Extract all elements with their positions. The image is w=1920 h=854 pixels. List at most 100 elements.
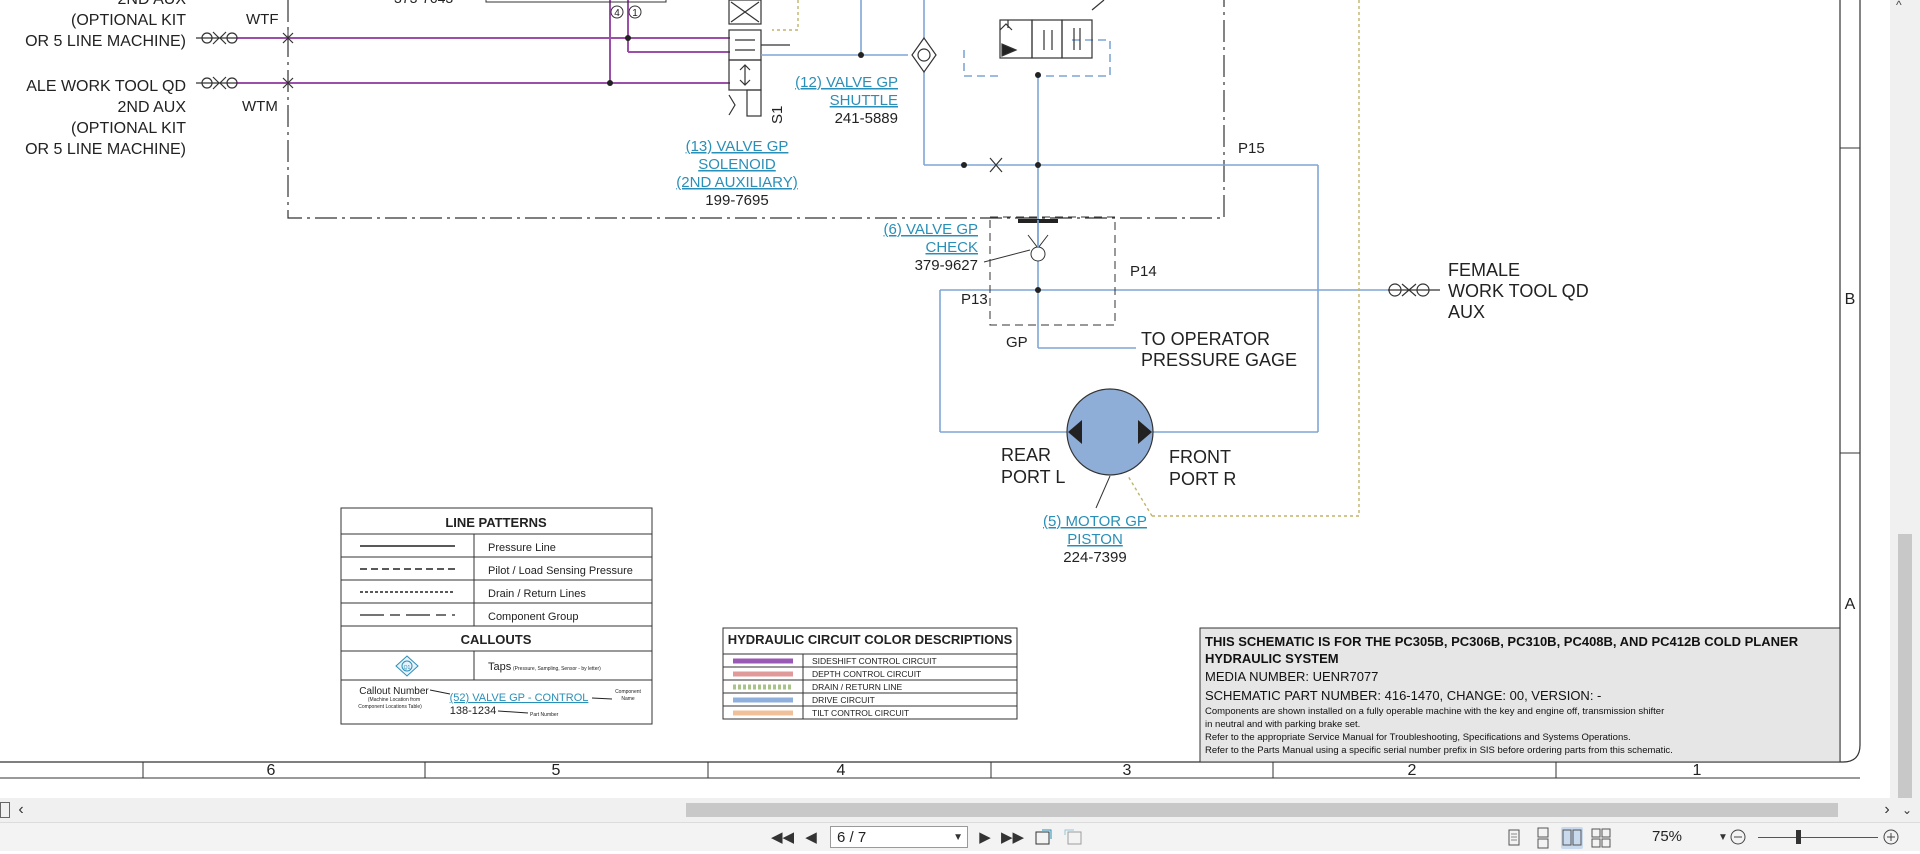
callout-motor-5[interactable]: (5) MOTOR GP PISTON 224-7399 [1043, 513, 1147, 566]
color-row-sideshift: SIDESHIFT CONTROL CIRCUIT [812, 656, 937, 666]
example-machine-location: (Machine Location from [368, 697, 420, 703]
svg-text:PORT L: PORT L [1001, 467, 1065, 487]
svg-text:SOLENOID[interactable]: SOLENOID [698, 156, 776, 173]
svg-text:PORT R: PORT R [1169, 469, 1236, 489]
schematic-sheet: B A 6 5 4 3 2 1 2ND AUX (OPTIONAL KIT OR… [0, 0, 1920, 798]
two-page-icon[interactable] [1561, 827, 1583, 849]
zoom-out-icon[interactable] [1727, 827, 1749, 849]
tag-p14: P14 [1130, 263, 1157, 280]
svg-text:1: 1 [632, 8, 638, 19]
svg-text:PISTON[interactable]: PISTON [1067, 531, 1123, 548]
scroll-down-icon[interactable]: ⌄ [1900, 798, 1914, 822]
svg-text:TO OPERATOR: TO OPERATOR [1141, 329, 1270, 349]
label-optional-kit-bottom: (OPTIONAL KIT [71, 120, 186, 137]
sideshift-circuit-lines [236, 0, 730, 84]
zoom-level[interactable]: 75% [1652, 826, 1682, 848]
zoom-in-icon[interactable] [1880, 827, 1902, 849]
page-dropdown-icon[interactable]: ▼ [953, 827, 963, 849]
horizontal-scroll-thumb[interactable] [686, 803, 1838, 817]
label-5-line-bottom: OR 5 LINE MACHINE) [25, 141, 186, 158]
scroll-right-icon[interactable]: › [1880, 798, 1894, 822]
pattern-component-group: Component Group [488, 611, 579, 623]
svg-text:AUX: AUX [1448, 302, 1485, 322]
page-thumb-marker [0, 802, 10, 818]
go-back-icon[interactable] [1033, 827, 1055, 849]
info-note-4: Refer to the Parts Manual using a specif… [1205, 745, 1673, 756]
next-page-icon[interactable]: ▶ [974, 827, 996, 849]
continuous-icon[interactable] [1532, 827, 1554, 849]
vertical-scrollbar[interactable]: ^ [1890, 0, 1920, 798]
color-row-tilt: TILT CONTROL CIRCUIT [812, 708, 909, 718]
svg-text:WORK TOOL QD: WORK TOOL QD [1448, 281, 1589, 301]
prev-page-icon[interactable]: ◀ [800, 827, 822, 849]
go-forward-icon[interactable] [1062, 827, 1084, 849]
quick-disconnect-wtf [196, 31, 238, 45]
callout-valve-6[interactable]: (6) VALVE GP CHECK 379-9627 [884, 221, 978, 274]
zone-number-1: 1 [1693, 762, 1702, 779]
zoom-slider[interactable] [1758, 830, 1878, 844]
scroll-left-icon[interactable]: ‹ [14, 798, 28, 822]
example-part-label: Part Number [530, 712, 559, 718]
tag-p13: P13 [961, 291, 988, 308]
zone-number-2: 2 [1408, 762, 1417, 779]
quick-disconnect-wtm [196, 76, 238, 90]
zone-number-5: 5 [552, 762, 561, 779]
zone-number-4: 4 [837, 762, 846, 779]
svg-text:(2ND AUXILIARY)[interactable]: (2ND AUXILIARY) [676, 174, 797, 191]
first-page-icon[interactable]: ◀◀ [771, 827, 794, 849]
info-title-1: THIS SCHEMATIC IS FOR THE PC305B, PC306B… [1205, 634, 1799, 649]
callout-valve-12[interactable]: (12) VALVE GP SHUTTLE 241-5889 [795, 74, 898, 127]
line-patterns-title: LINE PATTERNS [445, 515, 547, 530]
info-note-2: in neutral and with parking brake set. [1205, 719, 1360, 730]
page-number-input[interactable]: 6 / 7 ▼ [830, 826, 968, 848]
page-number-value: 6 / 7 [837, 829, 867, 846]
svg-text:CHECK[interactable]: CHECK [925, 239, 978, 256]
valve-upper-symbol [999, 0, 1105, 59]
pattern-drain: Drain / Return Lines [488, 588, 586, 600]
horizontal-scrollbar[interactable]: ‹ › ⌄ [0, 798, 1920, 822]
taps-label: Taps [488, 661, 512, 673]
svg-text:379-9627: 379-9627 [915, 257, 978, 274]
svg-text:(13) VALVE GP[interactable]: (13) VALVE GP [686, 138, 789, 155]
example-name: Name [621, 696, 635, 702]
zone-letter-b: B [1845, 291, 1856, 308]
drain-line [1127, 0, 1360, 517]
svg-text:(6) VALVE GP[interactable]: (6) VALVE GP [884, 221, 978, 238]
svg-text:(12) VALVE GP[interactable]: (12) VALVE GP [795, 74, 898, 91]
color-row-drain: DRAIN / RETURN LINE [812, 682, 903, 692]
operator-gage-label: TO OPERATOR PRESSURE GAGE [1141, 329, 1297, 370]
label-5-line-top: OR 5 LINE MACHINE) [25, 33, 186, 50]
info-part-number: SCHEMATIC PART NUMBER: 416-1470, CHANGE:… [1205, 688, 1601, 703]
line-patterns-legend: LINE PATTERNS Pressure Line Pilot / Load… [340, 507, 653, 725]
info-media-number: MEDIA NUMBER: UENR7077 [1205, 669, 1378, 684]
example-callout-link[interactable]: (52) VALVE GP - CONTROL [450, 692, 589, 704]
svg-text:199-7695: 199-7695 [705, 192, 768, 209]
left-labels: 2ND AUX (OPTIONAL KIT OR 5 LINE MACHINE)… [25, 0, 186, 158]
female-qd-label: FEMALE WORK TOOL QD AUX [1448, 260, 1589, 322]
svg-text:4: 4 [614, 8, 620, 19]
single-page-icon[interactable] [1503, 827, 1525, 849]
info-title-2: HYDRAULIC SYSTEM [1205, 651, 1339, 666]
scroll-up-icon[interactable]: ^ [1896, 0, 1902, 12]
valve-shuttle-12-symbol [911, 36, 937, 74]
example-callout-number: Callout Number [359, 686, 429, 697]
svg-text:(5) MOTOR GP[interactable]: (5) MOTOR GP [1043, 513, 1147, 530]
example-component-table: Component Locations Table) [358, 704, 422, 710]
callout-valve-13[interactable]: (13) VALVE GP SOLENOID (2ND AUXILIARY) 1… [676, 138, 797, 209]
pdf-viewer: B A 6 5 4 3 2 1 2ND AUX (OPTIONAL KIT OR… [0, 0, 1920, 851]
svg-text:FRONT: FRONT [1169, 447, 1231, 467]
vertical-scroll-thumb[interactable] [1898, 534, 1912, 798]
zoom-slider-handle[interactable] [1796, 830, 1801, 844]
last-page-icon[interactable]: ▶▶ [1001, 827, 1024, 849]
pattern-pilot: Pilot / Load Sensing Pressure [488, 565, 633, 577]
book-icon[interactable] [1590, 827, 1612, 849]
svg-text:SHUTTLE[interactable]: SHUTTLE [830, 92, 898, 109]
svg-text:PRESSURE GAGE: PRESSURE GAGE [1141, 350, 1297, 370]
info-note-3: Refer to the appropriate Service Manual … [1205, 732, 1631, 743]
taps-note: (Pressure, Sampling, Sensor - by letter) [513, 666, 601, 672]
zone-number-6: 6 [267, 762, 276, 779]
label-optional-kit-top: (OPTIONAL KIT [71, 12, 186, 29]
color-descriptions-legend: HYDRAULIC CIRCUIT COLOR DESCRIPTIONS SID… [722, 627, 1018, 720]
color-row-drive: DRIVE CIRCUIT [812, 695, 875, 705]
svg-text:REAR: REAR [1001, 445, 1051, 465]
